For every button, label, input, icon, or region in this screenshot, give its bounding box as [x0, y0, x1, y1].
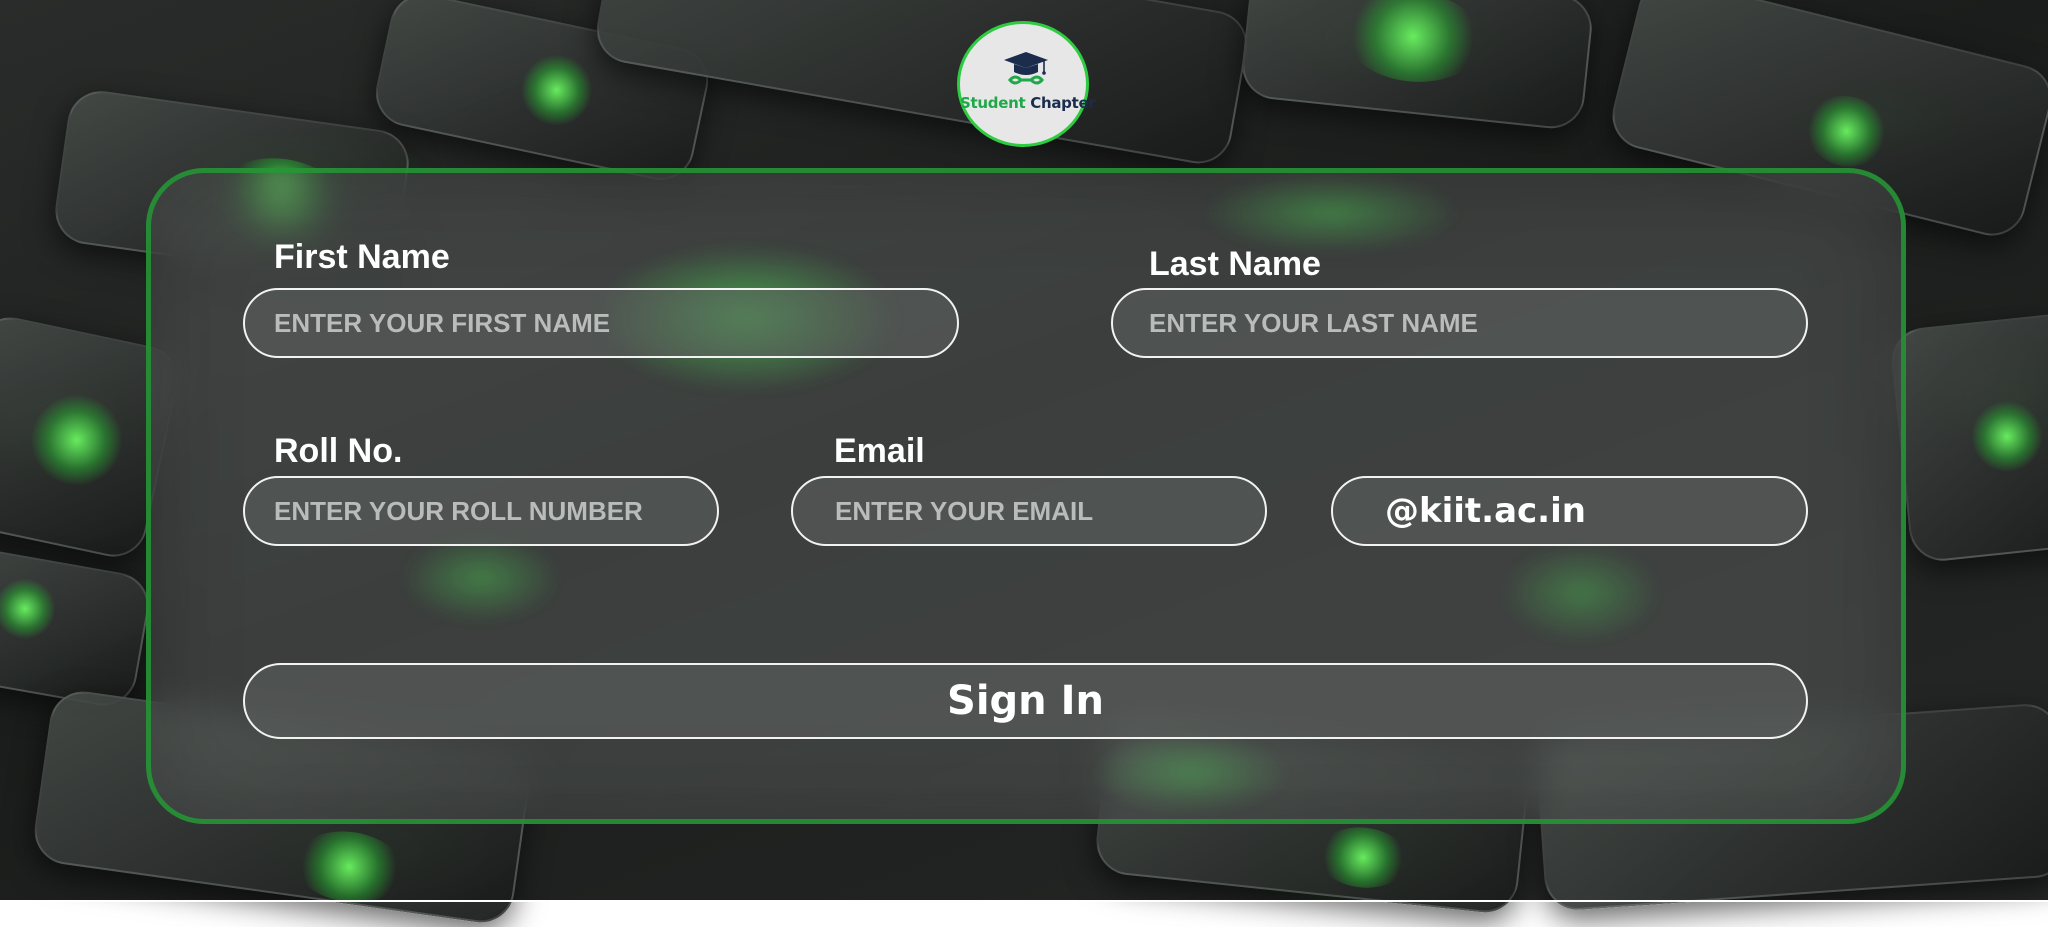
phone-glow-decoration — [23, 386, 131, 494]
phone-glow-decoration — [1968, 398, 2046, 475]
background-phone-decoration — [1888, 309, 2048, 565]
phone-glow-decoration — [515, 48, 599, 132]
roll-no-label: Roll No. — [274, 432, 403, 470]
first-name-input[interactable] — [245, 290, 957, 356]
background-phone-decoration — [1238, 0, 1596, 132]
phone-glow-decoration — [1799, 87, 1894, 175]
logo-wordmark: Student Chapter — [960, 94, 1096, 112]
sign-in-button[interactable]: Sign In — [243, 663, 1808, 739]
graduation-cap-icon — [1004, 52, 1048, 85]
email-label: Email — [834, 432, 925, 470]
card-glow-decoration — [1501, 543, 1661, 643]
card-glow-decoration — [401, 533, 561, 623]
email-field[interactable] — [791, 476, 1267, 546]
phone-glow-decoration — [289, 824, 409, 910]
roll-no-field[interactable] — [243, 476, 719, 546]
phone-glow-decoration — [0, 574, 60, 644]
roll-no-input[interactable] — [245, 478, 717, 544]
background-phone-decoration — [0, 543, 155, 711]
first-name-label: First Name — [274, 238, 450, 276]
last-name-input[interactable] — [1113, 290, 1806, 356]
logo-word-chapter: Chapter — [1030, 94, 1096, 112]
first-name-field[interactable] — [243, 288, 959, 358]
logo-word-student: Student — [960, 94, 1026, 112]
last-name-label: Last Name — [1149, 245, 1321, 283]
email-domain-box: @kiit.ac.in — [1331, 476, 1808, 546]
card-glow-decoration — [1091, 733, 1291, 813]
phone-glow-decoration — [1338, 0, 1488, 89]
email-input[interactable] — [793, 478, 1265, 544]
last-name-field[interactable] — [1111, 288, 1808, 358]
phone-glow-decoration — [1315, 823, 1411, 893]
email-domain-suffix: @kiit.ac.in — [1385, 491, 1586, 531]
sign-in-page: Student Chapter First Name Last Name Rol… — [0, 0, 2048, 927]
student-chapter-logo: Student Chapter — [957, 21, 1096, 147]
card-glow-decoration — [1201, 173, 1461, 253]
